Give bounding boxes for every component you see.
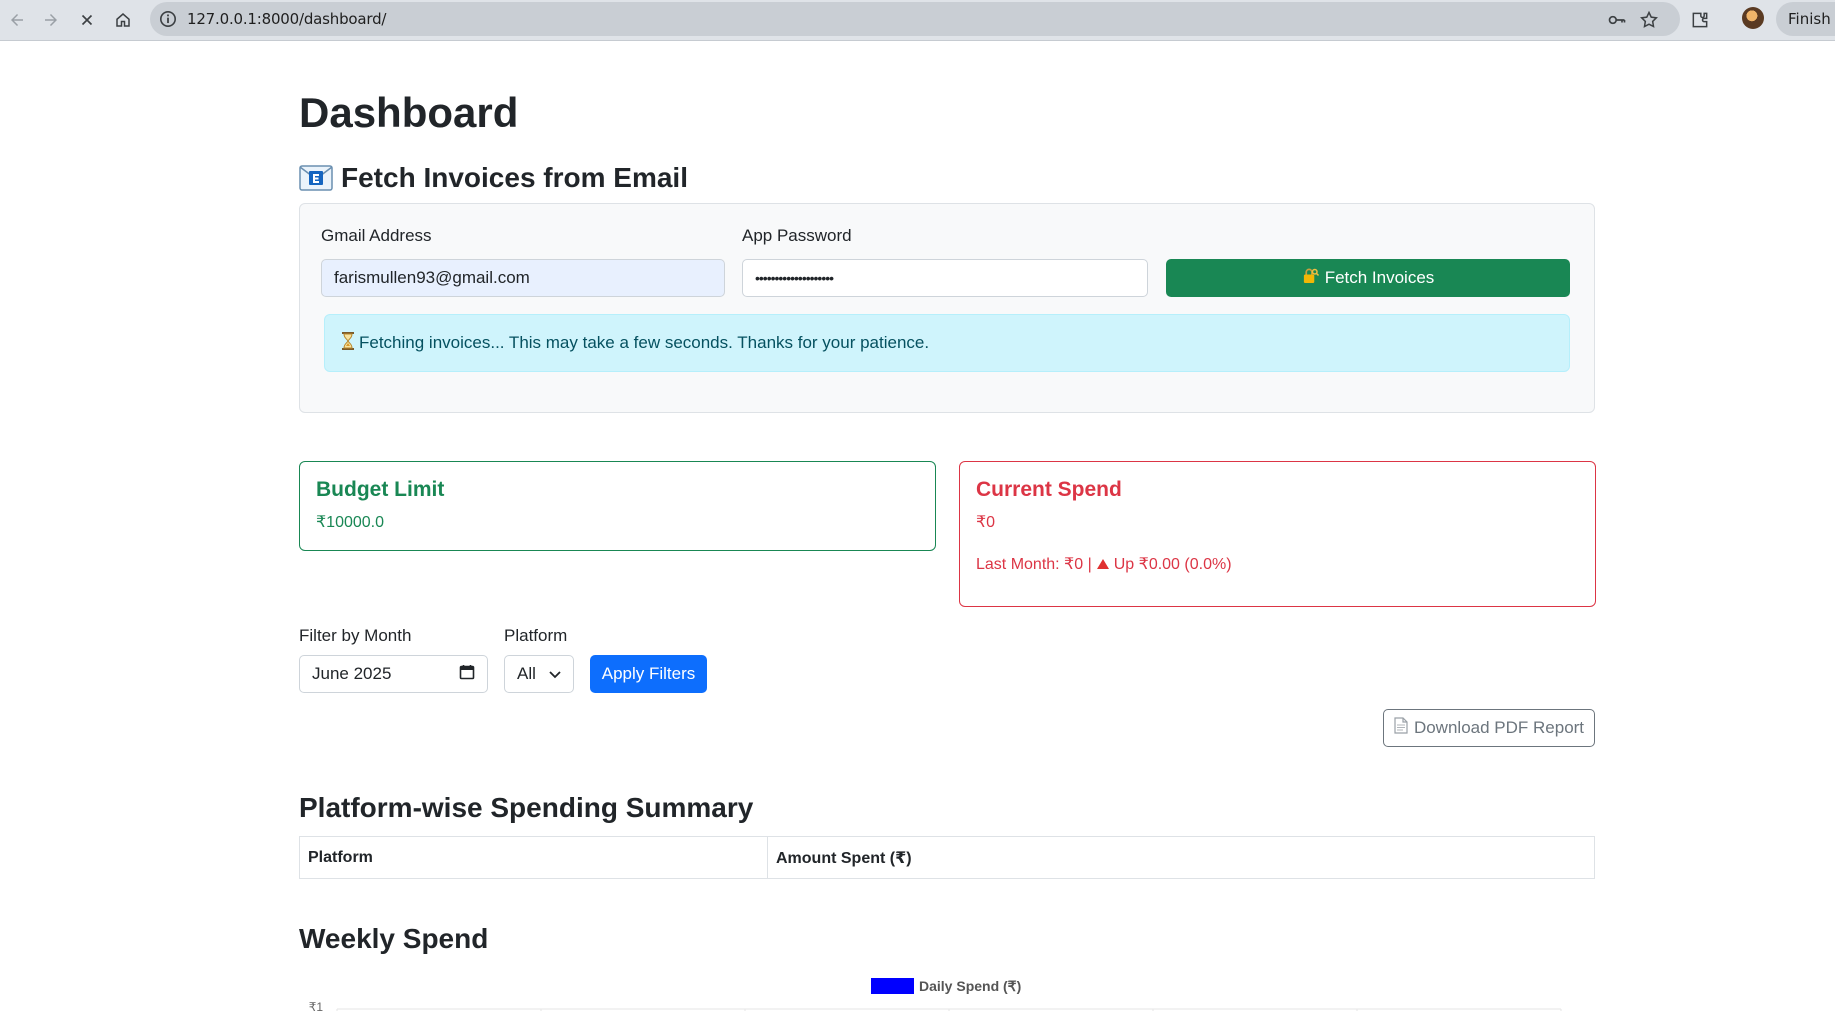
fetch-heading-text: Fetch Invoices from Email [341,162,688,193]
spend-change-text: Up ₹0.00 (0.0%) [1113,556,1232,573]
email-field[interactable]: farismullen93@gmail.com [321,259,725,297]
month-picker[interactable]: June 2025 [299,655,488,693]
platform-column-header: Platform [299,836,768,879]
fetch-section-heading: Fetch Invoices from Email [299,162,688,194]
month-filter-label: Filter by Month [299,626,412,645]
month-value: June 2025 [312,664,392,683]
fetch-button-label: Fetch Invoices [1324,268,1435,287]
document-icon [1394,717,1408,739]
forward-icon[interactable] [36,5,66,35]
chevron-down-icon [549,664,561,684]
download-label: Download PDF Report [1413,718,1585,737]
apply-filters-button[interactable]: Apply Filters [590,655,707,693]
url-text: 127.0.0.1:8000/dashboard/ [187,10,387,28]
password-key-icon[interactable] [1606,9,1628,31]
fetch-invoices-button[interactable]: Fetch Invoices [1166,259,1570,297]
address-bar[interactable]: 127.0.0.1:8000/dashboard/ [150,2,1680,36]
hourglass-icon [341,331,355,355]
weekly-spend-chart: Daily Spend (₹) ₹1 [299,966,1595,1011]
browser-toolbar: 127.0.0.1:8000/dashboard/ Finish u [0,0,1835,41]
bookmark-star-icon[interactable] [1638,9,1660,31]
fetch-invoices-card: Gmail Address farismullen93@gmail.com Ap… [299,203,1595,413]
platform-filter-label: Platform [504,626,568,645]
platform-value: All [517,664,536,683]
weekly-spend-title: Weekly Spend [299,923,489,954]
finish-update-button[interactable]: Finish u [1776,2,1835,36]
email-label: Gmail Address [321,226,432,245]
stop-loading-icon[interactable] [72,5,102,35]
platform-select[interactable]: All [504,655,574,693]
amount-column-header: Amount Spent (₹) [767,836,1595,879]
spend-title: Current Spend [976,478,1122,501]
y-tick-label: ₹1 [309,1000,324,1011]
spend-comparison: Last Month: ₹0 | Up ₹0.00 (0.0%) [976,554,1579,574]
password-label: App Password [742,226,852,245]
home-icon[interactable] [108,5,138,35]
spend-value: ₹0 [976,514,996,531]
budget-title: Budget Limit [316,478,445,501]
legend-swatch [871,978,914,994]
up-triangle-icon [1096,559,1109,569]
lock-key-icon [1302,267,1319,289]
incoming-envelope-icon [299,165,333,191]
weekly-spend-chart-svg: Daily Spend (₹) ₹1 [309,978,1562,1011]
table-header-row: Platform Amount Spent (₹) [299,836,1595,879]
platform-summary-table: Platform Amount Spent (₹) [299,836,1595,879]
last-month-text: Last Month: ₹0 | [976,556,1092,573]
page-title: Dashboard [299,89,519,136]
status-message: Fetching invoices... This may take a few… [359,333,930,352]
budget-value: ₹10000.0 [316,514,385,531]
budget-limit-card: Budget Limit ₹10000.0 [299,461,936,551]
profile-avatar[interactable] [1742,7,1764,29]
download-pdf-button[interactable]: Download PDF Report [1383,709,1595,747]
legend-label: Daily Spend (₹) [919,978,1021,994]
fetching-status-alert: Fetching invoices... This may take a few… [324,314,1570,372]
extensions-icon[interactable] [1686,6,1714,34]
calendar-icon[interactable] [459,664,475,685]
back-icon[interactable] [2,5,32,35]
summary-title: Platform-wise Spending Summary [299,792,754,823]
password-field[interactable]: •••••••••••••••••••• [742,259,1148,297]
site-info-icon[interactable] [158,9,178,29]
current-spend-card: Current Spend ₹0 Last Month: ₹0 | Up ₹0.… [959,461,1596,607]
